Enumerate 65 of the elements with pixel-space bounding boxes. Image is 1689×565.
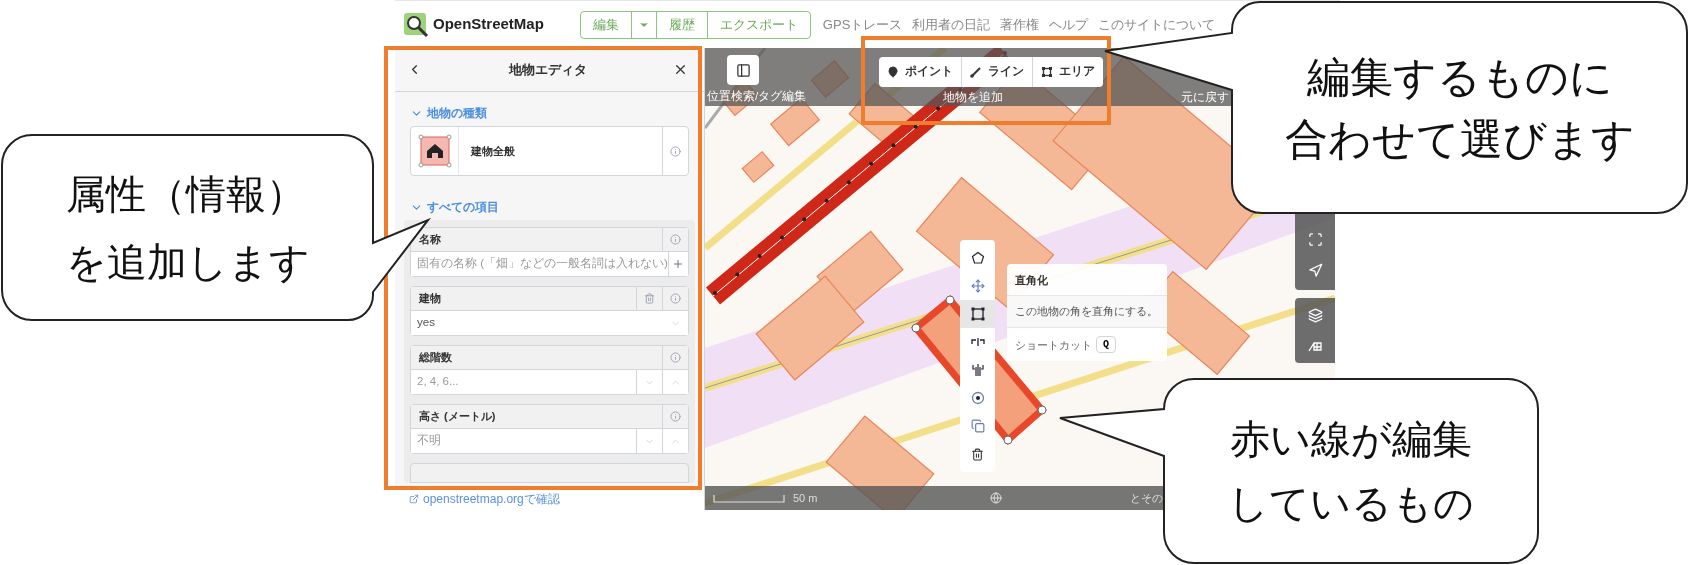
preset-card[interactable]: 建物全般 [410,126,689,176]
info-icon [670,352,681,363]
copy-icon [970,419,985,433]
rotate-icon [970,391,985,405]
edit-menu-item[interactable] [960,300,995,328]
sidebar-icon [735,62,751,78]
add-feature-button[interactable]: ポイント [879,57,961,87]
preset-name: 建物全般 [469,143,516,159]
external-link-icon [409,494,419,504]
add-feature-button[interactable]: ライン [961,57,1032,87]
toolbar-label: 元に戻す [1181,90,1229,105]
toolbar-label: 地物を追加 [943,90,1003,105]
area-icon [1041,66,1053,78]
logo-icon [403,11,429,38]
nav-button[interactable]: エクスポート [706,11,810,38]
info-icon [670,293,681,304]
nav-link[interactable]: 著作権 [1000,14,1040,35]
sidebar-toggle-button[interactable] [727,55,759,85]
input-field[interactable]: 固有の名称 (「畑」などの一般名詞は入れない) [411,252,688,276]
attribution-text: とその [1130,490,1164,506]
nav-button[interactable]: 履歴 [655,11,707,38]
field-label: 総階数 [417,350,453,366]
info-icon [670,234,681,245]
scale-label: 50 m [793,490,818,506]
field-label: 建物 [417,291,442,307]
plus-icon [672,258,685,270]
section-toggle[interactable]: すべての項目 [410,198,499,216]
tooltip-description: この地物の角を直角にする。 [1007,294,1167,328]
info-icon [670,411,681,422]
add-feature-button[interactable]: エリア [1032,57,1103,87]
trash-icon [971,447,984,461]
square-icon [970,307,985,321]
toolbar-label: 位置検索/タグ編集 [707,89,807,104]
scale-bar [713,493,785,503]
nav-link[interactable]: このサイトについて [1098,14,1216,35]
section-toggle[interactable]: 地物の種類 [410,104,487,122]
nav-link[interactable]: 利用者の日記 [912,14,991,35]
reflect-icon [970,363,985,377]
layers-icon[interactable] [1307,307,1323,323]
trash-icon [644,293,655,304]
pentagon-icon [970,251,985,265]
nav-button[interactable]: 編集 [580,11,631,38]
panel-title: 地物エディタ [507,60,588,79]
tooltip-title: 直角化 [1014,273,1049,288]
locate-icon[interactable] [1307,263,1323,278]
line-icon [970,66,982,78]
house-icon [417,134,452,168]
nav-link[interactable]: ヘルプ [1049,14,1089,35]
zoom-to-icon[interactable] [1307,232,1323,247]
shortcut-label: ショートカット [1015,337,1092,353]
shortcut-key: Q [1096,336,1116,354]
callout-text: 編集するものに 合わせて選びます [1284,50,1635,166]
site-name[interactable]: OpenStreetMap [433,13,544,36]
field-label: 名称 [418,232,442,248]
globe-icon [990,492,1003,504]
nav-link[interactable]: GPSトレース [822,14,903,35]
field-label: 高さ (メートル) [418,409,497,425]
move-icon [970,279,985,293]
pin-icon [887,66,899,78]
callout-text: 属性（情報） を追加します [65,169,310,287]
reflect-icon [970,335,985,349]
input-field[interactable]: yes [411,311,688,335]
info-icon [670,145,681,157]
close-icon[interactable] [673,62,688,77]
callout-text: 赤い線が編集 しているもの [1228,415,1474,528]
